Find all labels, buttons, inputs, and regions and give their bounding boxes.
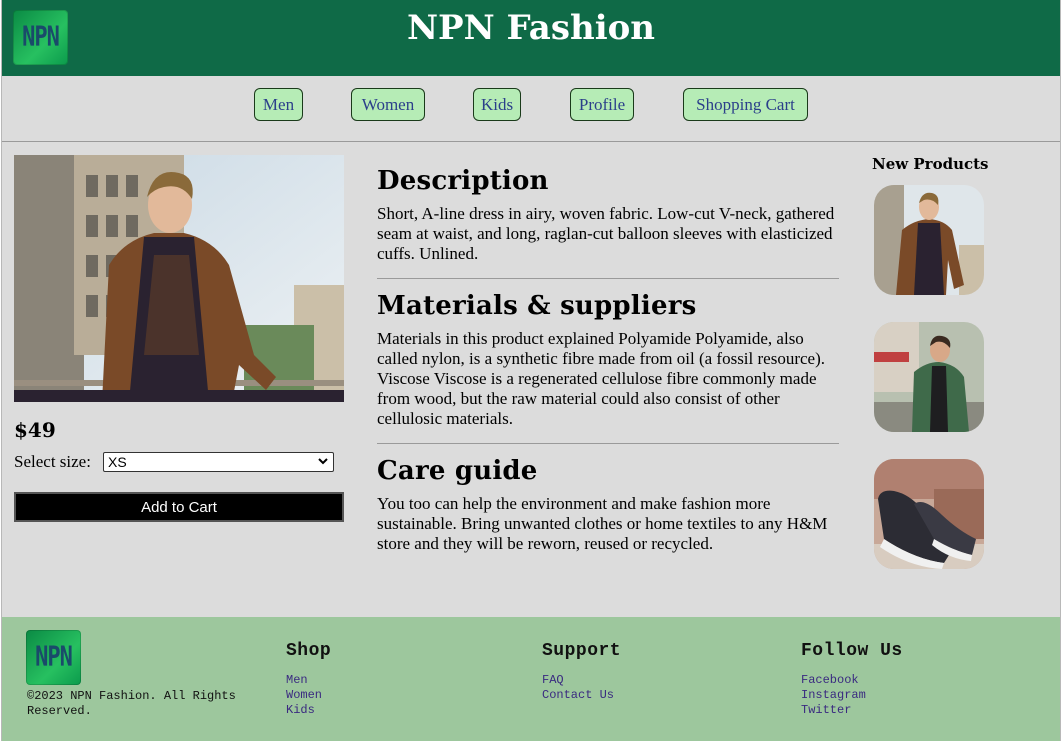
description-title: Description — [377, 166, 549, 196]
footer-follow-title: Follow Us — [801, 641, 903, 661]
materials-section: Materials & suppliers Materials in this … — [377, 291, 839, 429]
new-products-title: New Products — [872, 155, 989, 173]
main-nav: Men Women Kids Profile Shopping Cart — [2, 76, 1060, 142]
site-header: NPN NPN Fashion — [2, 0, 1060, 76]
footer-logo[interactable]: NPN — [26, 630, 81, 685]
divider — [377, 278, 839, 279]
logo-text: NPN — [35, 641, 73, 674]
footer-support-title: Support — [542, 641, 622, 661]
footer-link-twitter[interactable]: Twitter — [801, 703, 903, 718]
page: NPN NPN Fashion Men Women Kids Profile S… — [1, 0, 1061, 741]
materials-title: Materials & suppliers — [377, 291, 697, 321]
nav-women[interactable]: Women — [351, 88, 425, 121]
new-product-thumb[interactable] — [874, 459, 984, 569]
chevron-down-icon — [317, 455, 329, 470]
footer-link-contact-us[interactable]: Contact Us — [542, 688, 621, 703]
nav-men[interactable]: Men — [254, 88, 303, 121]
footer-follow: Follow Us Facebook Instagram Twitter — [801, 641, 903, 718]
product-price: $49 — [14, 418, 56, 442]
footer-link-facebook[interactable]: Facebook — [801, 673, 903, 688]
copyright: ©2023 NPN Fashion. All Rights Reserved. — [27, 689, 236, 718]
footer-link-men[interactable]: Men — [286, 673, 331, 688]
description-text: Short, A-line dress in airy, woven fabri… — [377, 204, 835, 263]
product-image — [14, 155, 344, 402]
care-guide-section: Care guide You too can help the environm… — [377, 456, 839, 554]
site-footer: NPN ©2023 NPN Fashion. All Rights Reserv… — [2, 617, 1060, 741]
new-product-thumb[interactable] — [874, 322, 984, 432]
care-guide-title: Care guide — [377, 456, 538, 486]
nav-kids[interactable]: Kids — [473, 88, 521, 121]
footer-support: Support FAQ Contact Us — [542, 641, 621, 703]
add-to-cart-button[interactable]: Add to Cart — [14, 492, 344, 522]
footer-shop: Shop Men Women Kids — [286, 641, 331, 718]
materials-text: Materials in this product explained Poly… — [377, 329, 825, 428]
footer-shop-title: Shop — [286, 641, 332, 661]
footer-link-instagram[interactable]: Instagram — [801, 688, 903, 703]
new-product-thumb[interactable] — [874, 185, 984, 295]
divider — [377, 443, 839, 444]
nav-profile[interactable]: Profile — [570, 88, 634, 121]
footer-link-kids[interactable]: Kids — [286, 703, 331, 718]
site-title: NPN Fashion — [406, 8, 656, 48]
size-select[interactable]: XS — [103, 452, 334, 472]
footer-link-faq[interactable]: FAQ — [542, 673, 621, 688]
care-guide-text: You too can help the environment and mak… — [377, 494, 828, 553]
footer-link-women[interactable]: Women — [286, 688, 331, 703]
size-label: Select size: — [14, 452, 91, 471]
nav-shopping-cart[interactable]: Shopping Cart — [683, 88, 808, 121]
size-selected-value: XS — [108, 454, 127, 470]
description-section: Description Short, A-line dress in airy,… — [377, 166, 839, 264]
